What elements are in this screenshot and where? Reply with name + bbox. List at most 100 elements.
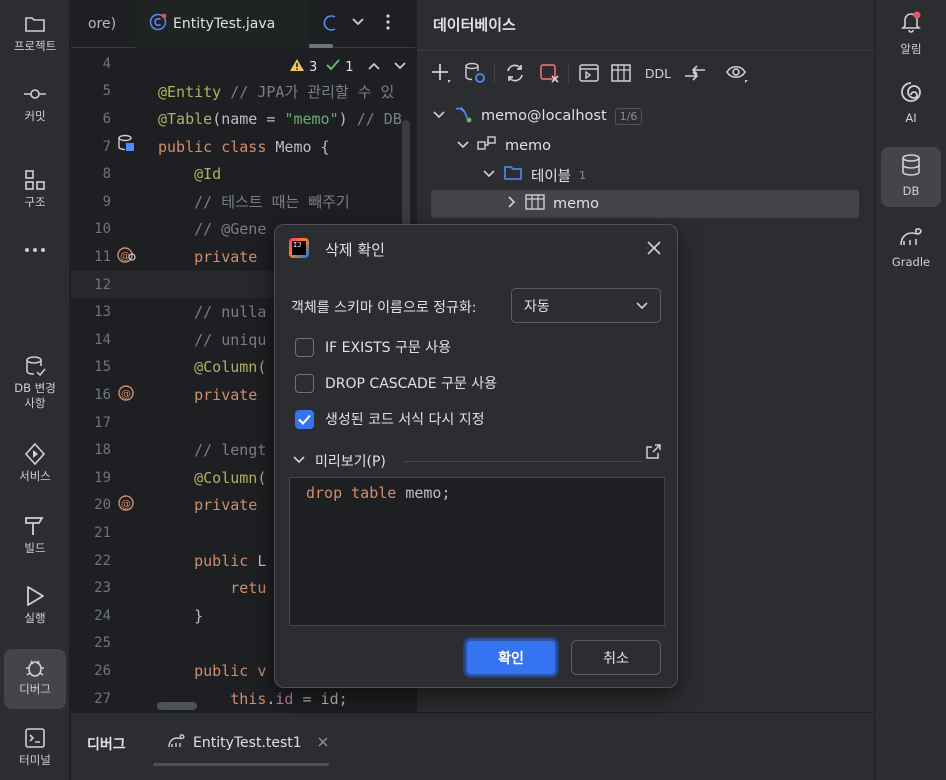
normalize-select[interactable]: 자동 bbox=[511, 288, 661, 323]
debug-session-tab[interactable]: EntityTest.test1 bbox=[167, 725, 328, 761]
tool-run-label: 실행 bbox=[24, 611, 46, 625]
table-name: memo bbox=[553, 196, 600, 212]
tree-tables-folder[interactable]: 테이블 1 bbox=[483, 161, 586, 189]
code-line[interactable]: 8 @Id bbox=[71, 160, 415, 188]
line-number: 25 bbox=[94, 635, 111, 652]
tab-previous[interactable]: ore) bbox=[71, 0, 133, 48]
tool-debug[interactable]: 디버그 bbox=[4, 649, 66, 709]
code-line[interactable]: 6 @Table(name = "memo") // DB bbox=[71, 105, 415, 133]
line-text: public L bbox=[194, 551, 267, 570]
tool-run[interactable]: 실행 bbox=[4, 584, 66, 626]
intellij-logo-icon: IJ bbox=[289, 238, 309, 258]
code-line[interactable]: 27 this.id = id; bbox=[71, 685, 415, 712]
tool-gradle[interactable]: Gradle bbox=[881, 226, 941, 269]
line-number: 11 bbox=[94, 248, 111, 265]
tabs-more-icon[interactable] bbox=[385, 13, 391, 35]
datasource-properties-icon[interactable] bbox=[463, 61, 487, 85]
line-number: 14 bbox=[94, 331, 111, 348]
if-exists-checkbox[interactable] bbox=[295, 337, 314, 357]
open-in-editor-icon[interactable] bbox=[645, 444, 661, 464]
tab-previous-label: ore) bbox=[87, 16, 117, 32]
ok-button[interactable]: 확인 bbox=[465, 639, 557, 676]
tool-database[interactable]: DB bbox=[881, 147, 941, 207]
code-line[interactable]: 4 bbox=[71, 50, 415, 78]
tab-partial-icon bbox=[323, 14, 339, 36]
tool-services[interactable]: 서비스 bbox=[4, 442, 66, 484]
line-text: // @Gene bbox=[194, 220, 267, 239]
preview-toggle[interactable]: 미리보기(P) bbox=[293, 451, 386, 471]
sql-preview[interactable]: drop table memo; bbox=[289, 477, 665, 626]
db-table-gutter-icon[interactable] bbox=[117, 134, 135, 156]
line-number: 5 bbox=[102, 83, 111, 100]
line-number: 10 bbox=[94, 221, 111, 238]
column-gutter-icon-2[interactable]: @ bbox=[117, 494, 135, 516]
line-number: 7 bbox=[102, 138, 111, 155]
editor-hscrollbar[interactable] bbox=[157, 702, 197, 710]
tab-scroll-indicator bbox=[309, 44, 333, 48]
line-number: 26 bbox=[94, 662, 111, 679]
java-class-icon bbox=[149, 13, 167, 35]
table-icon bbox=[525, 193, 545, 215]
drop-cascade-option[interactable]: DROP CASCADE 구문 사용 bbox=[295, 373, 497, 393]
chevron-down-icon bbox=[483, 167, 495, 183]
if-exists-option[interactable]: IF EXISTS 구문 사용 bbox=[295, 337, 451, 357]
code-line[interactable]: 5 @Entity // JPA가 관리할 수 있 bbox=[71, 78, 415, 106]
tool-more[interactable] bbox=[4, 238, 66, 262]
normalize-value: 자동 bbox=[524, 298, 550, 315]
line-number: 9 bbox=[102, 193, 111, 210]
drop-cascade-checkbox[interactable] bbox=[295, 373, 314, 393]
tool-build[interactable]: 빌드 bbox=[4, 514, 66, 556]
line-text: } bbox=[194, 606, 204, 625]
table-editor-icon[interactable] bbox=[609, 61, 633, 85]
tool-project[interactable]: 프로젝트 bbox=[4, 12, 66, 54]
line-text: // lengt bbox=[194, 441, 267, 460]
preview-divider bbox=[403, 461, 643, 462]
tree-schema[interactable]: memo bbox=[457, 132, 551, 160]
compare-icon[interactable] bbox=[683, 61, 707, 85]
line-text: private bbox=[194, 247, 258, 266]
tool-commit[interactable]: 커밋 bbox=[4, 82, 66, 124]
db-changes-icon bbox=[23, 354, 47, 378]
tool-terminal[interactable]: 터미널 bbox=[4, 726, 66, 768]
tool-ai[interactable]: AI bbox=[881, 80, 941, 125]
datasource-badge: 1/6 bbox=[614, 107, 643, 125]
cancel-button[interactable]: 취소 bbox=[571, 640, 661, 675]
tree-datasource[interactable]: memo@localhost 1/6 bbox=[433, 102, 643, 130]
tables-folder-count: 1 bbox=[579, 168, 587, 182]
editor-tabs: ore) EntityTest.java bbox=[71, 0, 415, 48]
tool-db-changes-label: DB 변경 사항 bbox=[14, 381, 56, 410]
schema-name: memo bbox=[505, 138, 552, 154]
tool-notifications[interactable]: 알림 bbox=[881, 10, 941, 57]
debug-icon bbox=[23, 655, 47, 679]
tool-debug-label: 디버그 bbox=[19, 682, 51, 696]
chevron-right-icon bbox=[507, 196, 517, 212]
close-tab-icon[interactable] bbox=[318, 735, 328, 751]
column-gutter-icon[interactable]: @ bbox=[117, 384, 135, 406]
ddl-button[interactable]: DDL bbox=[643, 61, 673, 85]
code-line[interactable]: 9 // 테스트 때는 빼주기 bbox=[71, 188, 415, 216]
reformat-checkbox[interactable] bbox=[295, 409, 314, 429]
tab-entitytest[interactable]: EntityTest.java bbox=[135, 0, 309, 48]
tab-underline bbox=[153, 763, 329, 766]
line-number: 22 bbox=[94, 552, 111, 569]
reformat-option[interactable]: 생성된 코드 서식 다시 지정 bbox=[295, 409, 484, 429]
line-text: retu bbox=[230, 579, 267, 598]
terminal-icon bbox=[23, 726, 47, 750]
line-number: 18 bbox=[94, 442, 111, 459]
disconnect-icon[interactable] bbox=[537, 61, 561, 85]
tree-table-memo[interactable]: memo bbox=[431, 190, 859, 218]
tool-structure[interactable]: 구조 bbox=[4, 168, 66, 210]
id-gutter-icon[interactable]: @ bbox=[117, 246, 137, 268]
add-icon[interactable] bbox=[429, 61, 453, 85]
normalize-label: 객체를 스키마 이름으로 정규화: bbox=[291, 300, 477, 316]
tool-db-changes[interactable]: DB 변경 사항 bbox=[4, 354, 66, 411]
if-exists-label: IF EXISTS 구문 사용 bbox=[325, 340, 451, 356]
tool-structure-label: 구조 bbox=[24, 195, 46, 209]
close-icon[interactable] bbox=[643, 237, 665, 259]
toolbar-separator-2 bbox=[568, 63, 569, 83]
bottom-tool-window: 디버그 EntityTest.test1 bbox=[71, 712, 874, 780]
refresh-icon[interactable] bbox=[503, 61, 527, 85]
query-console-icon[interactable] bbox=[577, 61, 601, 85]
tabs-dropdown-icon[interactable] bbox=[351, 14, 365, 32]
view-options-icon[interactable] bbox=[725, 61, 749, 85]
